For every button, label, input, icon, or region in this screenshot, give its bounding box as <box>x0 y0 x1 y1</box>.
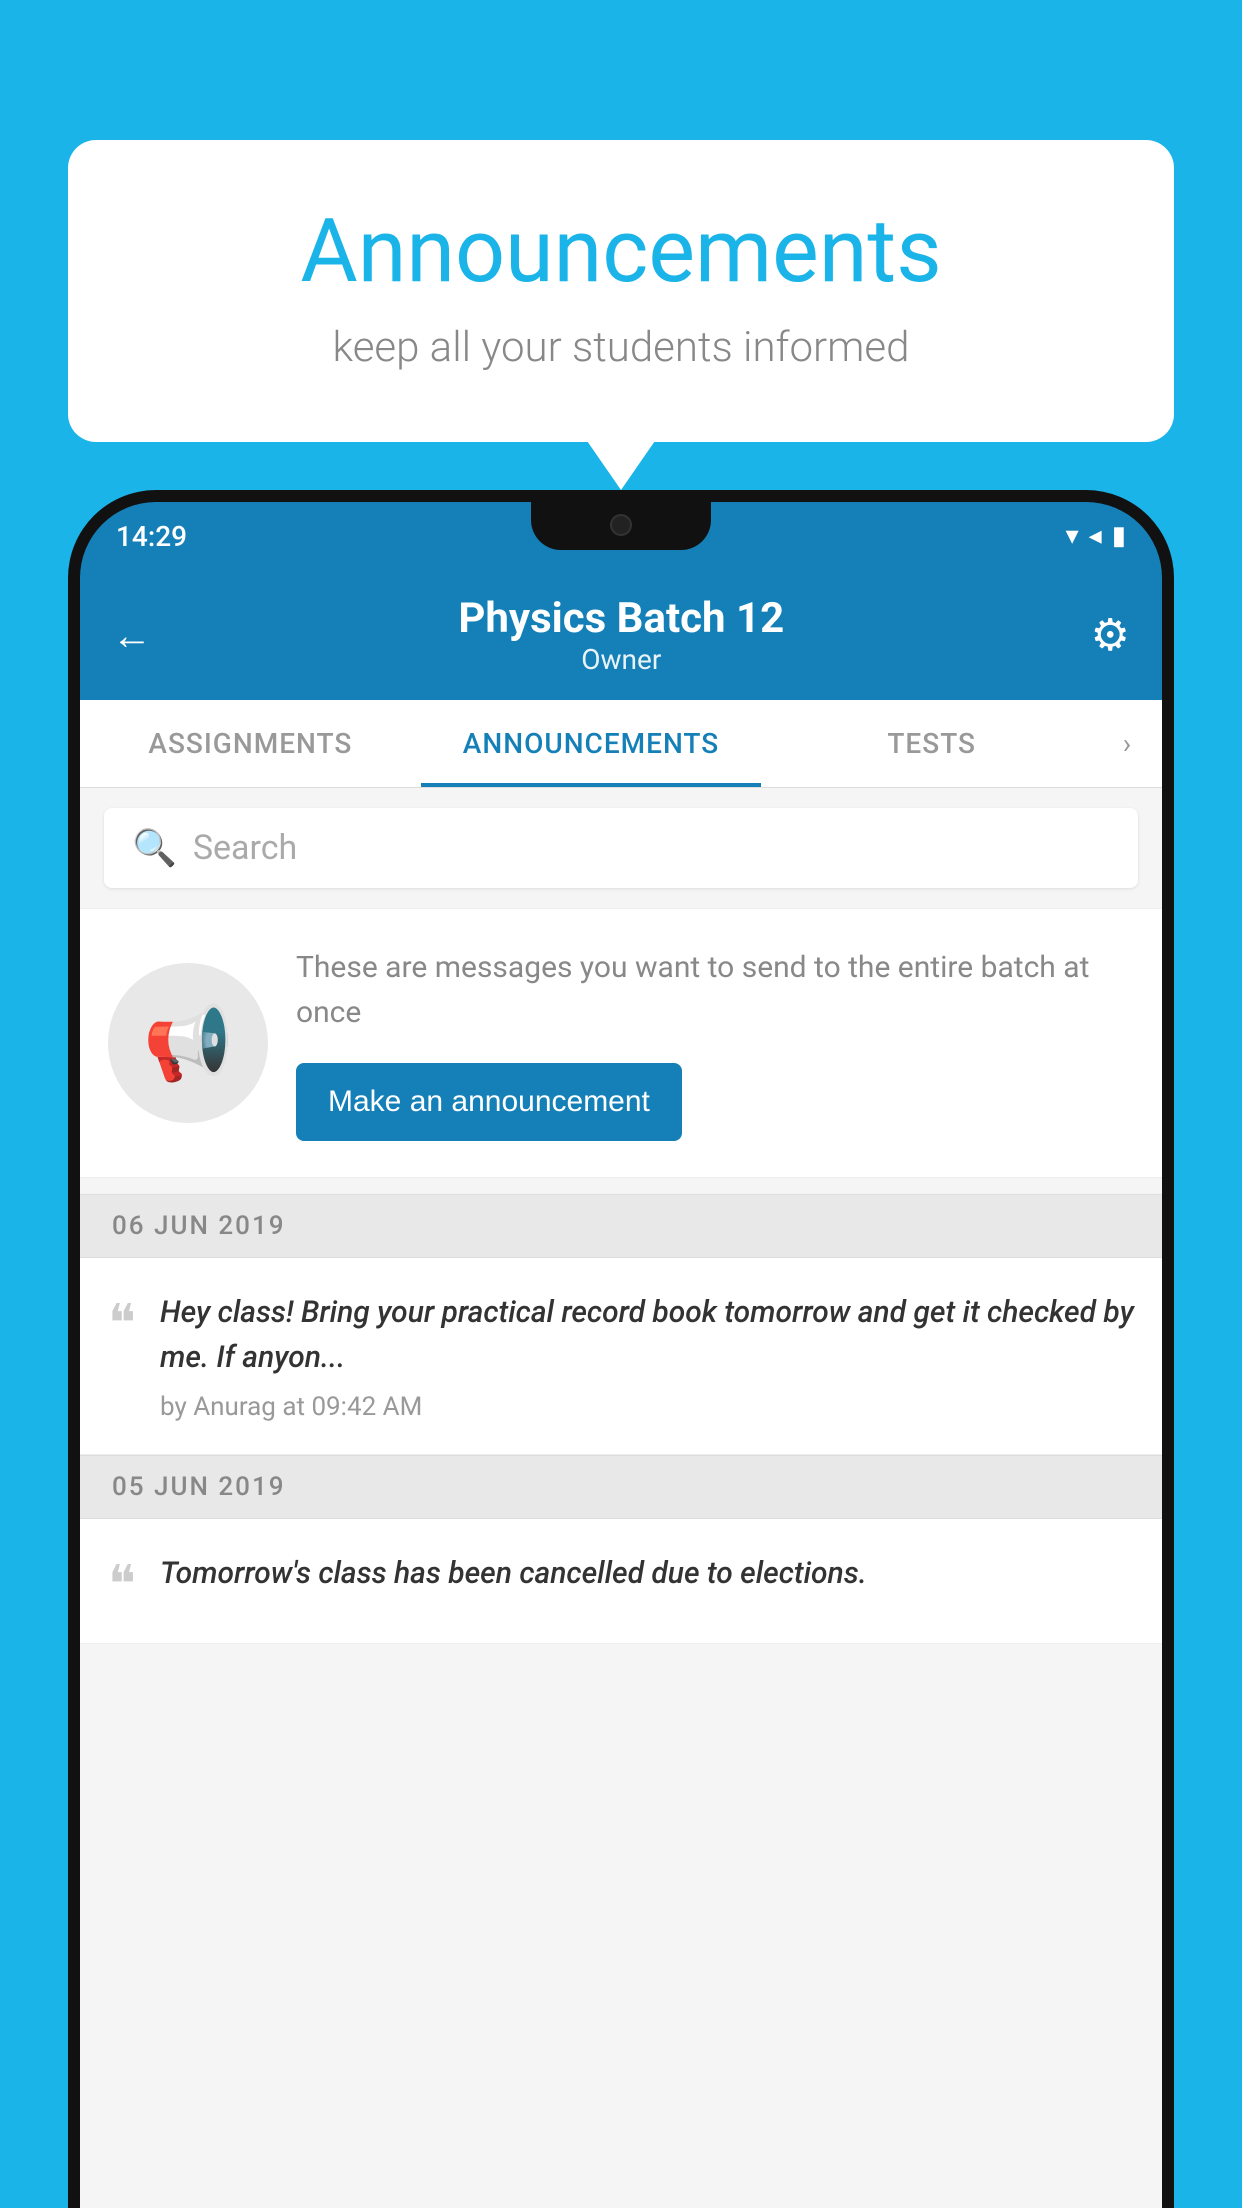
wifi-icon: ▾ <box>1066 521 1079 551</box>
phone-inner: 14:29 ▾ ◂ ▮ ← Physics Batch 12 Owner ⚙ A… <box>80 502 1162 2208</box>
date-divider-2: 05 JUN 2019 <box>80 1455 1162 1519</box>
status-icons: ▾ ◂ ▮ <box>1066 521 1126 551</box>
intro-right: These are messages you want to send to t… <box>296 945 1134 1141</box>
announcement-text-2: Tomorrow's class has been cancelled due … <box>160 1551 1134 1596</box>
tabs-bar: ASSIGNMENTS ANNOUNCEMENTS TESTS › <box>80 700 1162 788</box>
tab-tests[interactable]: TESTS <box>761 700 1102 787</box>
announcement-item-2: ❝ Tomorrow's class has been cancelled du… <box>80 1519 1162 1644</box>
tab-announcements[interactable]: ANNOUNCEMENTS <box>421 700 762 787</box>
search-bar[interactable]: 🔍 Search <box>104 808 1138 888</box>
intro-description: These are messages you want to send to t… <box>296 945 1134 1035</box>
bubble-subtitle: keep all your students informed <box>148 323 1094 372</box>
announcement-text-1: Hey class! Bring your practical record b… <box>160 1290 1134 1380</box>
back-button[interactable]: ← <box>112 612 152 659</box>
battery-icon: ▮ <box>1112 521 1126 551</box>
megaphone-icon: 📢 <box>143 1001 233 1086</box>
header-subtitle: Owner <box>458 643 784 676</box>
announcement-content-1: Hey class! Bring your practical record b… <box>160 1290 1134 1422</box>
phone-notch <box>531 502 711 550</box>
phone-frame: 14:29 ▾ ◂ ▮ ← Physics Batch 12 Owner ⚙ A… <box>68 490 1174 2208</box>
tab-assignments[interactable]: ASSIGNMENTS <box>80 700 421 787</box>
search-input[interactable]: Search <box>193 828 297 868</box>
screen-content: 🔍 Search 📢 These are messages you want t… <box>80 788 1162 2208</box>
tab-more[interactable]: › <box>1102 727 1162 760</box>
date-divider-1: 06 JUN 2019 <box>80 1194 1162 1258</box>
status-time: 14:29 <box>116 520 187 553</box>
announcement-meta-1: by Anurag at 09:42 AM <box>160 1392 1134 1422</box>
speech-bubble: Announcements keep all your students inf… <box>68 140 1174 442</box>
announcement-item-1: ❝ Hey class! Bring your practical record… <box>80 1258 1162 1455</box>
header-title: Physics Batch 12 <box>458 594 784 643</box>
quote-icon-2: ❝ <box>108 1559 136 1611</box>
speech-bubble-container: Announcements keep all your students inf… <box>68 140 1174 442</box>
make-announcement-button[interactable]: Make an announcement <box>296 1063 682 1141</box>
front-camera <box>610 514 632 536</box>
app-header: ← Physics Batch 12 Owner ⚙ <box>80 570 1162 700</box>
settings-button[interactable]: ⚙ <box>1091 609 1130 661</box>
search-icon: 🔍 <box>132 827 177 869</box>
bubble-title: Announcements <box>148 200 1094 303</box>
header-center: Physics Batch 12 Owner <box>458 594 784 676</box>
megaphone-circle: 📢 <box>108 963 268 1123</box>
announcement-intro-card: 📢 These are messages you want to send to… <box>80 908 1162 1178</box>
announcement-content-2: Tomorrow's class has been cancelled due … <box>160 1551 1134 1608</box>
quote-icon-1: ❝ <box>108 1298 136 1350</box>
signal-icon: ◂ <box>1089 521 1102 551</box>
